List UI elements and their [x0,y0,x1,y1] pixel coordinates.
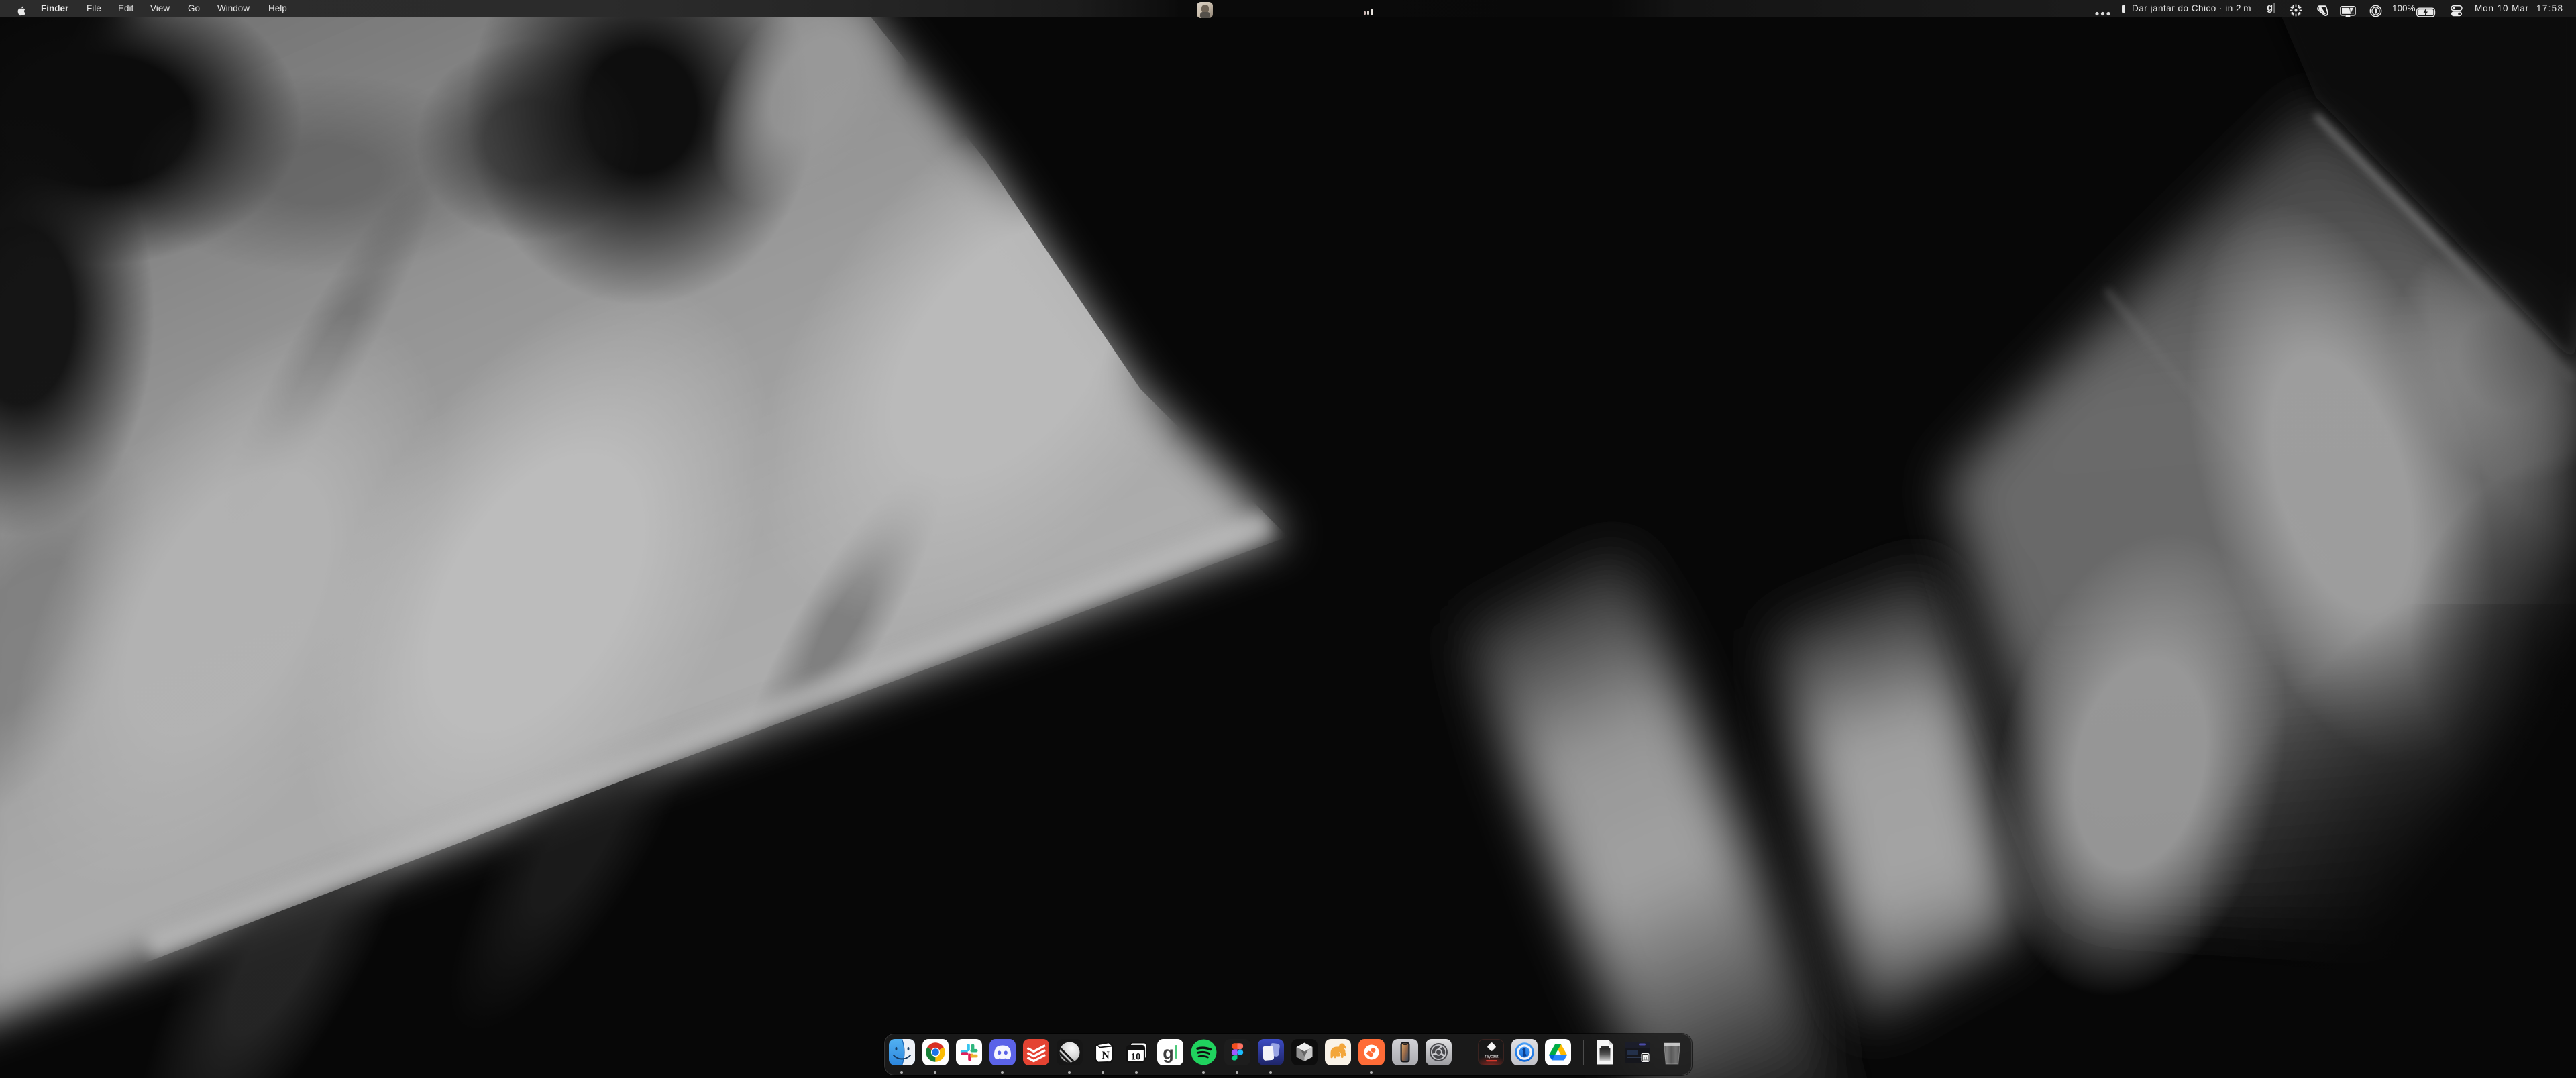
svg-text:11: 11 [1643,1057,1648,1061]
svg-text:N: N [1102,1050,1110,1061]
svg-text:10: 10 [1130,1052,1140,1063]
svg-text:g: g [1163,1043,1174,1063]
svg-text:raycast: raycast [1485,1055,1498,1059]
